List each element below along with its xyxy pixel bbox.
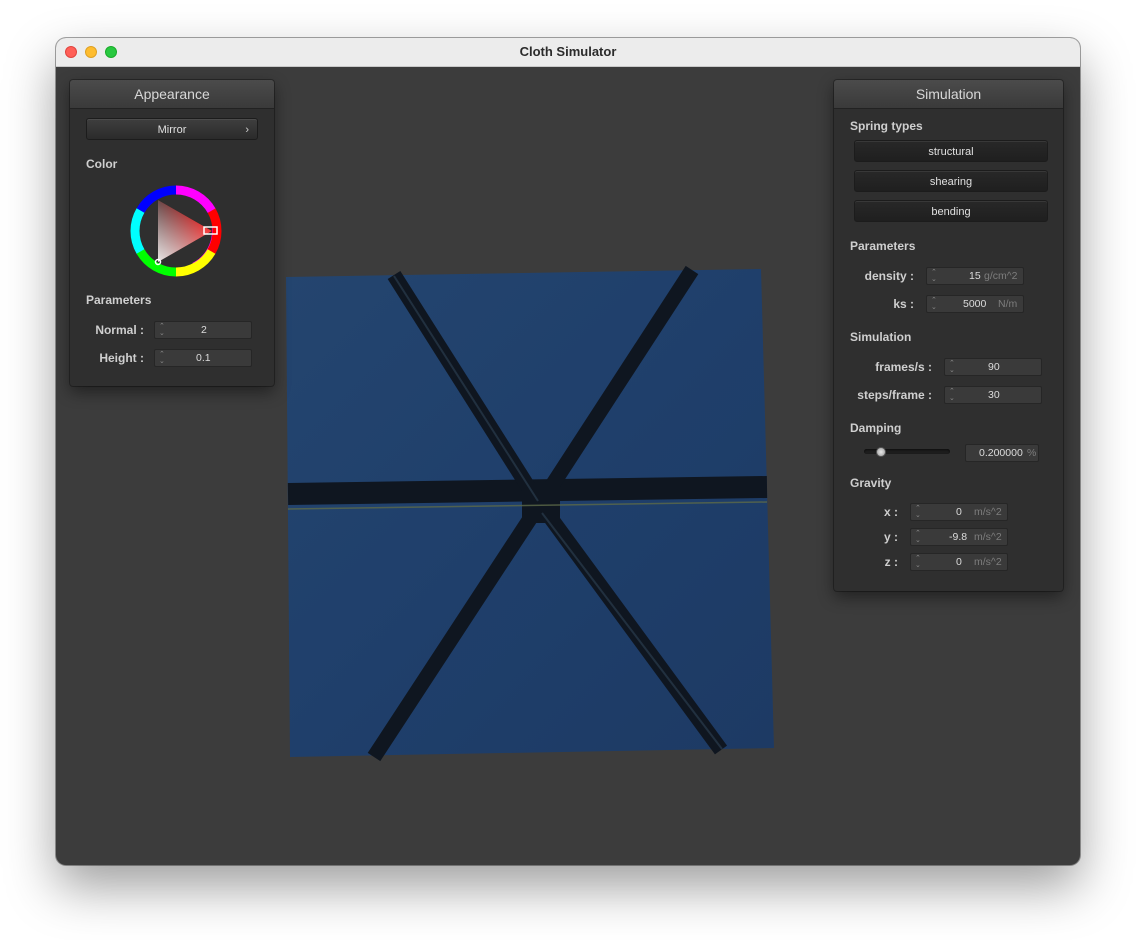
gravity-y-unit: m/s^2	[974, 531, 1002, 543]
frames-field[interactable]: ⌃ ⌄ 90	[944, 358, 1042, 376]
gravity-x-field[interactable]: ⌃ ⌄ 0 m/s^2	[910, 503, 1008, 521]
damping-label: Damping	[850, 421, 902, 435]
ks-unit: N/m	[998, 298, 1018, 310]
shader-dropdown-label: Mirror	[157, 124, 187, 136]
normal-label: Normal :	[95, 323, 144, 337]
ks-value: 5000	[963, 298, 987, 310]
spinner-icon[interactable]: ⌃ ⌄	[915, 530, 921, 544]
appearance-header: Appearance	[70, 80, 274, 109]
parameters-label: Parameters	[86, 293, 152, 307]
shader-dropdown[interactable]: Mirror ›	[86, 118, 258, 140]
ks-field[interactable]: ⌃ ⌄ 5000 N/m	[926, 295, 1024, 313]
gravity-y-label: y :	[883, 530, 898, 544]
density-unit: g/cm^2	[984, 270, 1018, 282]
normal-field[interactable]: ⌃ ⌄ 2	[154, 321, 252, 339]
spinner-icon[interactable]: ⌃ ⌄	[949, 360, 955, 374]
density-field[interactable]: ⌃ ⌄ 15 g/cm^2	[926, 267, 1024, 285]
density-value: 15	[969, 270, 981, 282]
spinner-icon[interactable]: ⌃ ⌄	[949, 388, 955, 402]
spinner-icon[interactable]: ⌃ ⌄	[159, 323, 165, 337]
frames-label: frames/s :	[875, 360, 932, 374]
steps-field[interactable]: ⌃ ⌄ 30	[944, 386, 1042, 404]
render-viewport[interactable]: Appearance Mirror › Color Parameters Nor…	[56, 67, 1080, 865]
gravity-x-value: 0	[956, 506, 962, 518]
normal-value: 2	[201, 324, 207, 336]
frames-value: 90	[988, 361, 1000, 373]
color-wheel[interactable]	[126, 181, 226, 281]
damping-unit: %	[1027, 447, 1037, 459]
damping-value: 0.200000	[979, 447, 1023, 459]
shearing-button[interactable]: shearing	[854, 170, 1048, 192]
structural-button[interactable]: structural	[854, 140, 1048, 162]
gravity-x-label: x :	[883, 505, 898, 519]
gravity-z-value: 0	[956, 556, 962, 568]
gravity-y-value: -9.8	[949, 531, 968, 543]
ks-label: ks :	[893, 297, 914, 311]
app-window: Cloth Simulator Appearance Mirror › Colo…	[56, 38, 1080, 865]
title-bar: Cloth Simulator	[56, 38, 1080, 67]
spinner-icon[interactable]: ⌃ ⌄	[915, 555, 921, 569]
damping-field[interactable]: 0.200000 %	[965, 444, 1039, 462]
simulation-panel: Simulation Spring types structural shear…	[834, 80, 1063, 591]
bending-button[interactable]: bending	[854, 200, 1048, 222]
spinner-icon[interactable]: ⌃ ⌄	[931, 297, 937, 311]
spinner-icon[interactable]: ⌃ ⌄	[931, 269, 937, 283]
height-label: Height :	[99, 351, 144, 365]
steps-label: steps/frame :	[857, 388, 932, 402]
spinner-icon[interactable]: ⌃ ⌄	[915, 505, 921, 519]
spring-types-label: Spring types	[850, 119, 923, 133]
window-title: Cloth Simulator	[519, 44, 617, 59]
simulation-label: Simulation	[850, 330, 912, 344]
simulation-header: Simulation	[834, 80, 1063, 109]
gravity-z-field[interactable]: ⌃ ⌄ 0 m/s^2	[910, 553, 1008, 571]
density-label: density :	[864, 269, 914, 283]
spinner-icon[interactable]: ⌃ ⌄	[159, 351, 165, 365]
gravity-z-label: z :	[884, 555, 898, 569]
sim-parameters-label: Parameters	[850, 239, 916, 253]
appearance-panel: Appearance Mirror › Color Parameters Nor…	[70, 80, 274, 386]
gravity-z-unit: m/s^2	[974, 556, 1002, 568]
gravity-label: Gravity	[850, 476, 892, 490]
height-value: 0.1	[196, 352, 211, 364]
height-field[interactable]: ⌃ ⌄ 0.1	[154, 349, 252, 367]
gravity-x-unit: m/s^2	[974, 506, 1002, 518]
damping-slider-knob[interactable]	[876, 447, 886, 457]
chevron-right-icon: ›	[245, 124, 249, 136]
steps-value: 30	[988, 389, 1000, 401]
color-label: Color	[86, 157, 118, 171]
gravity-y-field[interactable]: ⌃ ⌄ -9.8 m/s^2	[910, 528, 1008, 546]
